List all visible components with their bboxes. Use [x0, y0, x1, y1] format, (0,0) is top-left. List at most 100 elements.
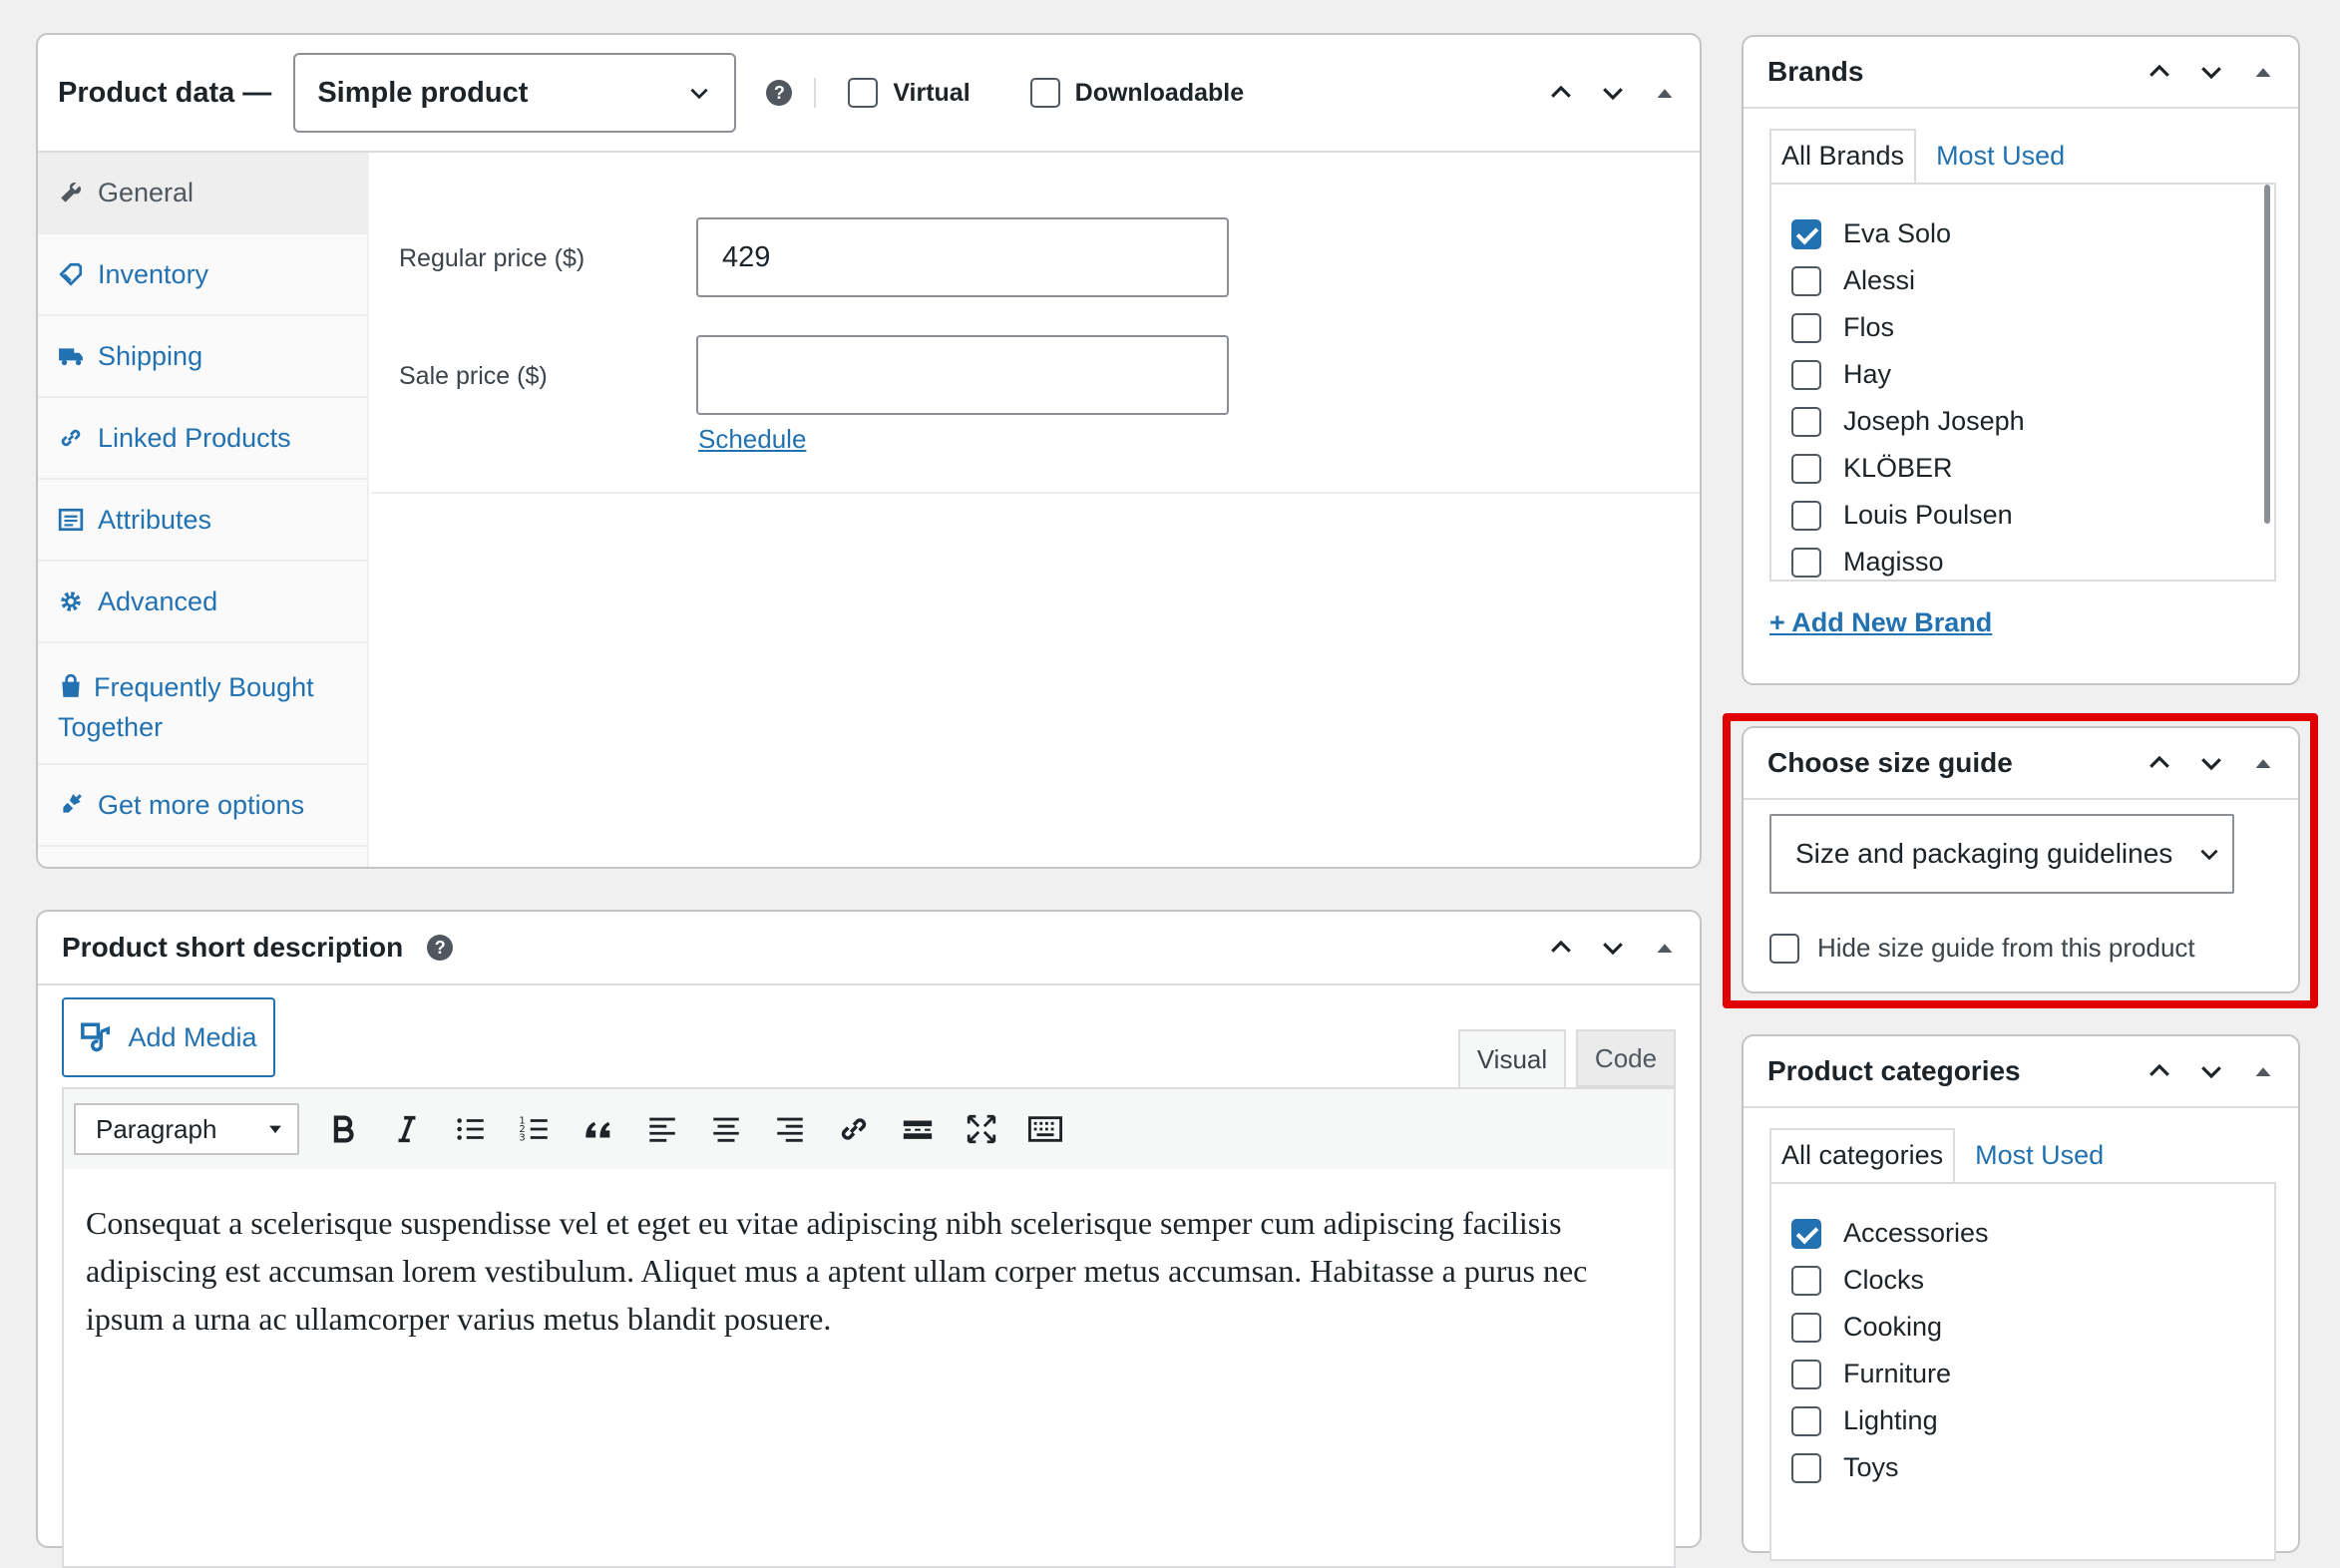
brand-checkbox[interactable]: [1791, 500, 1821, 531]
list-item[interactable]: Accessories: [1771, 1210, 2274, 1257]
short-description-box: Product short description ? Add Media Vi…: [36, 910, 1702, 1568]
collapse-toggle-icon[interactable]: [2248, 748, 2278, 778]
category-checkbox[interactable]: [1791, 1405, 1821, 1436]
toolbar-toggle-button[interactable]: [1025, 1109, 1065, 1149]
short-description-text: Consequat a scelerisque suspendisse vel …: [86, 1205, 1588, 1337]
help-icon[interactable]: ?: [427, 935, 454, 961]
brand-checkbox[interactable]: [1791, 406, 1821, 437]
list-item[interactable]: Magisso: [1771, 539, 2274, 580]
collapse-toggle-icon[interactable]: [1650, 933, 1680, 963]
align-right-button[interactable]: [770, 1109, 810, 1149]
tab-frequently-bought-together-label: Frequently Bought Together: [58, 672, 314, 742]
fullscreen-button[interactable]: [962, 1109, 1001, 1149]
tab-all-brands[interactable]: All Brands: [1769, 129, 1917, 184]
tab-visual[interactable]: Visual: [1458, 1029, 1566, 1087]
bold-button[interactable]: [323, 1109, 363, 1149]
virtual-checkbox[interactable]: [848, 78, 879, 108]
list-item[interactable]: Cooking: [1771, 1304, 2274, 1351]
brands-title: Brands: [1767, 56, 1864, 87]
move-down-icon[interactable]: [2196, 748, 2226, 778]
list-item[interactable]: Flos: [1771, 304, 2274, 351]
downloadable-checkbox[interactable]: [1029, 78, 1060, 108]
brand-checkbox[interactable]: [1791, 453, 1821, 484]
downloadable-option[interactable]: Downloadable: [1029, 78, 1244, 108]
product-type-select[interactable]: Simple product: [293, 53, 737, 133]
collapse-toggle-icon[interactable]: [2248, 1056, 2278, 1086]
list-item[interactable]: Toys: [1771, 1444, 2274, 1491]
tab-most-used-categories[interactable]: Most Used: [1955, 1128, 2124, 1183]
category-checkbox[interactable]: [1791, 1452, 1821, 1483]
tab-general-label: General: [98, 177, 195, 207]
brand-checkbox[interactable]: [1791, 218, 1821, 249]
brand-checkbox[interactable]: [1791, 312, 1821, 343]
italic-button[interactable]: [387, 1109, 427, 1149]
category-checkbox[interactable]: [1791, 1312, 1821, 1343]
tab-attributes[interactable]: Attributes: [38, 480, 367, 562]
editor-content[interactable]: Consequat a scelerisque suspendisse vel …: [62, 1169, 1676, 1568]
move-up-icon[interactable]: [1546, 933, 1576, 963]
brands-scrollbar[interactable]: [2264, 185, 2270, 524]
help-icon[interactable]: ?: [766, 80, 793, 106]
size-guide-title: Choose size guide: [1767, 747, 2013, 778]
tab-get-more-options[interactable]: Get more options: [38, 765, 367, 847]
tab-code[interactable]: Code: [1576, 1029, 1676, 1087]
hide-size-guide-label: Hide size guide from this product: [1817, 933, 2195, 963]
brand-label: KLÖBER: [1843, 453, 1953, 483]
regular-price-label: Regular price ($): [399, 244, 585, 272]
tab-advanced[interactable]: Advanced: [38, 562, 367, 643]
align-center-button[interactable]: [706, 1109, 746, 1149]
category-checkbox[interactable]: [1791, 1359, 1821, 1389]
move-down-icon[interactable]: [1598, 78, 1628, 108]
tab-shipping[interactable]: Shipping: [38, 316, 367, 398]
truck-icon: [59, 348, 83, 366]
numbered-list-button[interactable]: 123: [515, 1109, 555, 1149]
category-checkbox[interactable]: [1791, 1218, 1821, 1249]
list-item[interactable]: Louis Poulsen: [1771, 492, 2274, 539]
tab-frequently-bought-together[interactable]: Frequently Bought Together: [38, 643, 367, 765]
move-up-icon[interactable]: [2145, 57, 2174, 87]
list-item[interactable]: KLÖBER: [1771, 445, 2274, 492]
tab-all-categories[interactable]: All categories: [1769, 1128, 1956, 1183]
list-item[interactable]: Furniture: [1771, 1351, 2274, 1397]
brand-checkbox[interactable]: [1791, 265, 1821, 296]
move-up-icon[interactable]: [2145, 1056, 2174, 1086]
category-checkbox[interactable]: [1791, 1265, 1821, 1296]
brand-checkbox[interactable]: [1791, 359, 1821, 390]
insert-link-button[interactable]: [834, 1109, 874, 1149]
move-down-icon[interactable]: [2196, 1056, 2226, 1086]
list-item[interactable]: Alessi: [1771, 257, 2274, 304]
list-item[interactable]: Clocks: [1771, 1257, 2274, 1304]
align-left-button[interactable]: [642, 1109, 682, 1149]
tab-most-used-brands[interactable]: Most Used: [1916, 129, 2085, 184]
collapse-toggle-icon[interactable]: [1650, 78, 1680, 108]
tab-general[interactable]: General: [38, 153, 367, 234]
size-guide-select[interactable]: Size and packaging guidelines: [1769, 814, 2234, 894]
move-down-icon[interactable]: [2196, 57, 2226, 87]
category-label: Furniture: [1843, 1359, 1952, 1388]
bulleted-list-button[interactable]: [451, 1109, 491, 1149]
list-item[interactable]: Hay: [1771, 351, 2274, 398]
add-media-button[interactable]: Add Media: [62, 997, 275, 1077]
move-down-icon[interactable]: [1598, 933, 1628, 963]
list-item[interactable]: Eva Solo: [1771, 210, 2274, 257]
schedule-link[interactable]: Schedule: [698, 424, 806, 455]
hide-size-guide-option[interactable]: Hide size guide from this product: [1769, 933, 2195, 964]
list-item[interactable]: Lighting: [1771, 1397, 2274, 1444]
brand-label: Magisso: [1843, 547, 1944, 577]
move-up-icon[interactable]: [1546, 78, 1576, 108]
tab-inventory[interactable]: Inventory: [38, 234, 367, 316]
chevron-down-icon: [690, 88, 708, 100]
collapse-toggle-icon[interactable]: [2248, 57, 2278, 87]
regular-price-input[interactable]: 429: [696, 217, 1229, 297]
hide-size-guide-checkbox[interactable]: [1769, 933, 1799, 964]
tab-linked-products[interactable]: Linked Products: [38, 398, 367, 480]
format-select[interactable]: Paragraph: [74, 1103, 299, 1155]
sale-price-input[interactable]: [696, 335, 1229, 415]
read-more-button[interactable]: [898, 1109, 938, 1149]
move-up-icon[interactable]: [2145, 748, 2174, 778]
list-item[interactable]: Joseph Joseph: [1771, 398, 2274, 445]
virtual-option[interactable]: Virtual: [848, 78, 971, 108]
add-new-brand-link[interactable]: + Add New Brand: [1769, 607, 1992, 638]
blockquote-button[interactable]: [579, 1109, 618, 1149]
brand-checkbox[interactable]: [1791, 547, 1821, 578]
